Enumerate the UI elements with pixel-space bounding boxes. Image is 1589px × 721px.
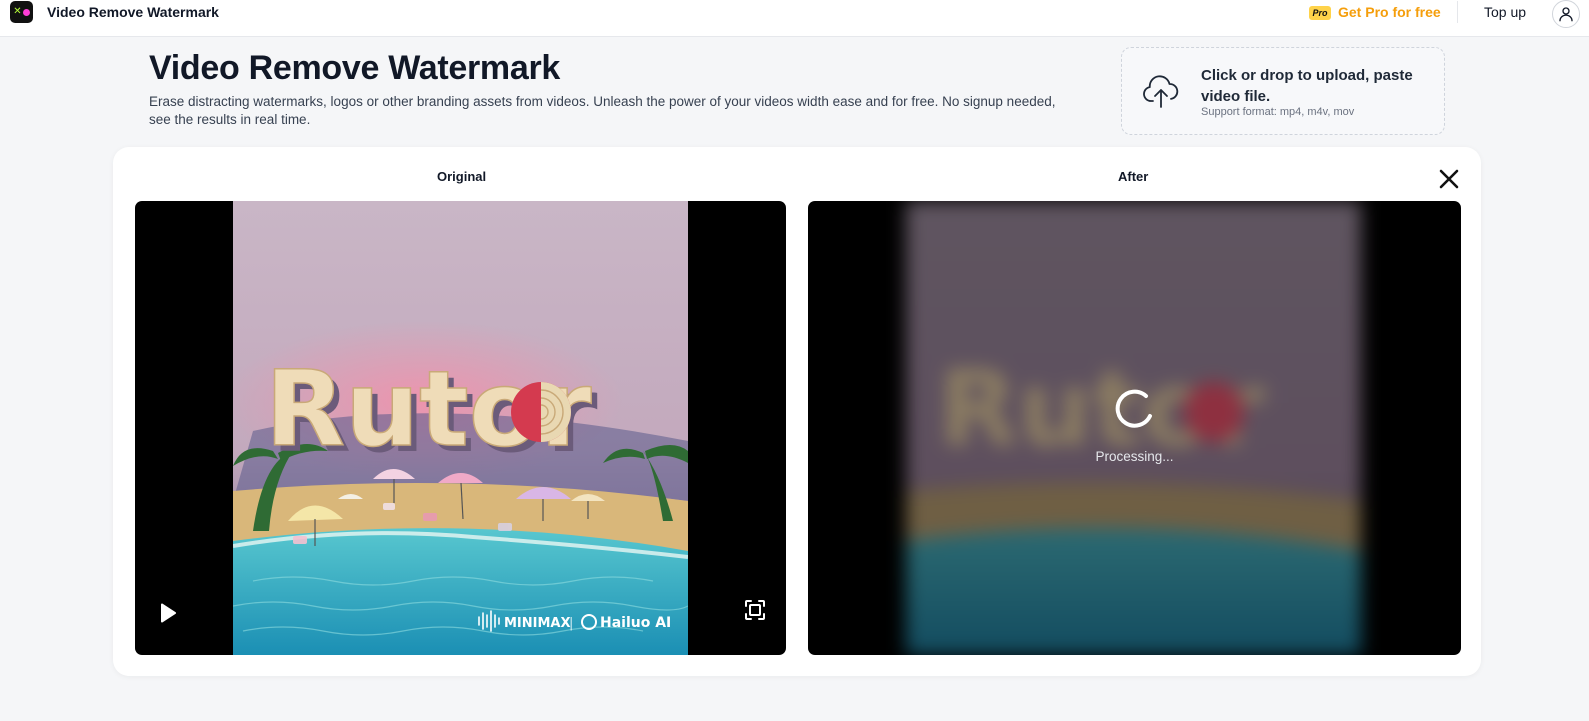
watermark-product: Hailuo AI [600, 615, 671, 631]
watermark-brand: MINIMAX [504, 616, 571, 631]
upload-dropzone[interactable]: Click or drop to upload, paste video fil… [1121, 47, 1445, 135]
top-bar: ✕ Video Remove Watermark Pro Get Pro for… [0, 0, 1589, 37]
page-description: Erase distracting watermarks, logos or o… [149, 94, 1056, 127]
watermark-separator: | [569, 616, 573, 631]
pro-badge: Pro [1309, 6, 1331, 20]
video-frame-scene: Rutor Rutor MINIMAX | Hailuo AI [233, 201, 688, 655]
original-video-player[interactable]: Rutor Rutor MINIMAX | Hailuo AI [135, 201, 786, 655]
user-avatar-button[interactable] [1552, 0, 1580, 28]
close-icon[interactable] [1438, 168, 1460, 190]
processing-status: Processing... [1095, 449, 1174, 464]
page-title: Video Remove Watermark [149, 49, 561, 87]
top-up-link[interactable]: Top up [1484, 4, 1526, 20]
topbar-divider [1457, 1, 1458, 23]
supported-formats: Support format: mp4, m4v, mov [1201, 106, 1355, 118]
xd-logo-icon[interactable]: ✕ [10, 1, 33, 23]
play-icon[interactable] [155, 601, 179, 625]
get-pro-link[interactable]: Get Pro for free [1338, 4, 1441, 20]
after-video-player[interactable]: Rutor Processing... [808, 201, 1461, 655]
after-label: After [1118, 169, 1149, 184]
app-title[interactable]: Video Remove Watermark [47, 4, 219, 20]
upload-instructions: Click or drop to upload, paste video fil… [1201, 67, 1413, 105]
original-label: Original [437, 169, 487, 184]
fullscreen-icon[interactable] [743, 598, 767, 622]
loading-spinner-icon [1115, 389, 1152, 428]
user-icon [1559, 7, 1573, 22]
original-video-frame: Rutor Rutor MINIMAX | Hailuo AI [233, 201, 688, 655]
cloud-upload-icon [1143, 75, 1179, 108]
